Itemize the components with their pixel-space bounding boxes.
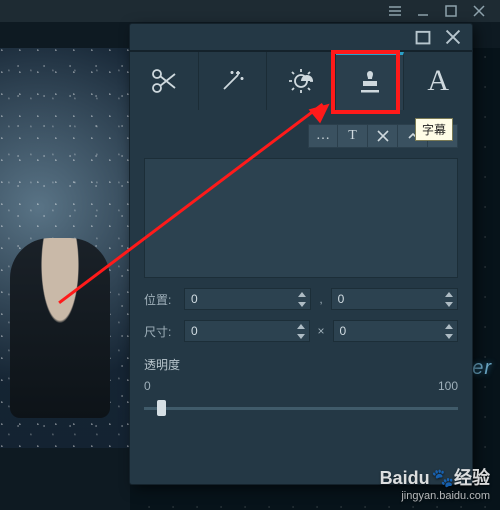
position-y-input[interactable] [331,288,458,310]
pos-y-up[interactable] [441,289,457,299]
outer-close-icon[interactable] [472,4,486,18]
pos-x-up[interactable] [294,289,310,299]
tab-magic[interactable] [199,52,268,110]
panel-body: … T 位置: , 尺寸: × [130,110,472,484]
size-w-down[interactable] [293,331,309,341]
tab-text[interactable]: A [404,52,472,110]
size-h-down[interactable] [441,331,457,341]
size-h-up[interactable] [441,321,457,331]
position-sep: , [317,292,324,306]
tab-adjust[interactable] [267,52,336,110]
maximize-icon[interactable] [444,4,458,18]
size-label: 尺寸: [144,323,178,340]
edit-panel: A … T 位置: , 尺寸: [130,24,472,484]
size-h-spinner[interactable] [333,320,459,342]
size-row: 尺寸: × [144,320,458,342]
hamburger-icon[interactable] [388,4,402,18]
tool-tabs: A [130,50,472,110]
opacity-thumb[interactable] [157,400,166,416]
tab-crop[interactable] [130,52,199,110]
size-sep: × [316,324,327,338]
opacity-slider[interactable] [144,399,458,417]
size-w-up[interactable] [293,321,309,331]
panel-titlebar [130,24,472,50]
opacity-control: 透明度 0 100 [144,356,458,417]
video-preview-left [0,48,130,448]
subtitle-toolbar: … T [144,124,458,148]
outer-window-titlebar [0,0,500,22]
tab-stamp[interactable] [336,52,405,110]
position-x-spinner[interactable] [184,288,311,310]
size-w-spinner[interactable] [184,320,310,342]
opacity-max: 100 [438,379,458,393]
panel-close-icon[interactable] [444,28,462,46]
opacity-min: 0 [144,379,151,393]
pos-x-down[interactable] [294,299,310,309]
more-button[interactable]: … [308,124,338,148]
opacity-label: 透明度 [144,356,458,373]
minimize-icon[interactable] [416,4,430,18]
position-x-input[interactable] [184,288,311,310]
position-y-spinner[interactable] [331,288,458,310]
delete-button[interactable] [368,124,398,148]
subtitle-preview-area[interactable] [144,158,458,278]
pos-y-down[interactable] [441,299,457,309]
tooltip-subtitle: 字幕 [415,118,453,141]
text-icon: A [427,64,449,98]
size-w-input[interactable] [184,320,310,342]
position-label: 位置: [144,291,178,308]
panel-restore-icon[interactable] [414,28,432,46]
size-h-input[interactable] [333,320,459,342]
position-row: 位置: , [144,288,458,310]
text-style-button[interactable]: T [338,124,368,148]
